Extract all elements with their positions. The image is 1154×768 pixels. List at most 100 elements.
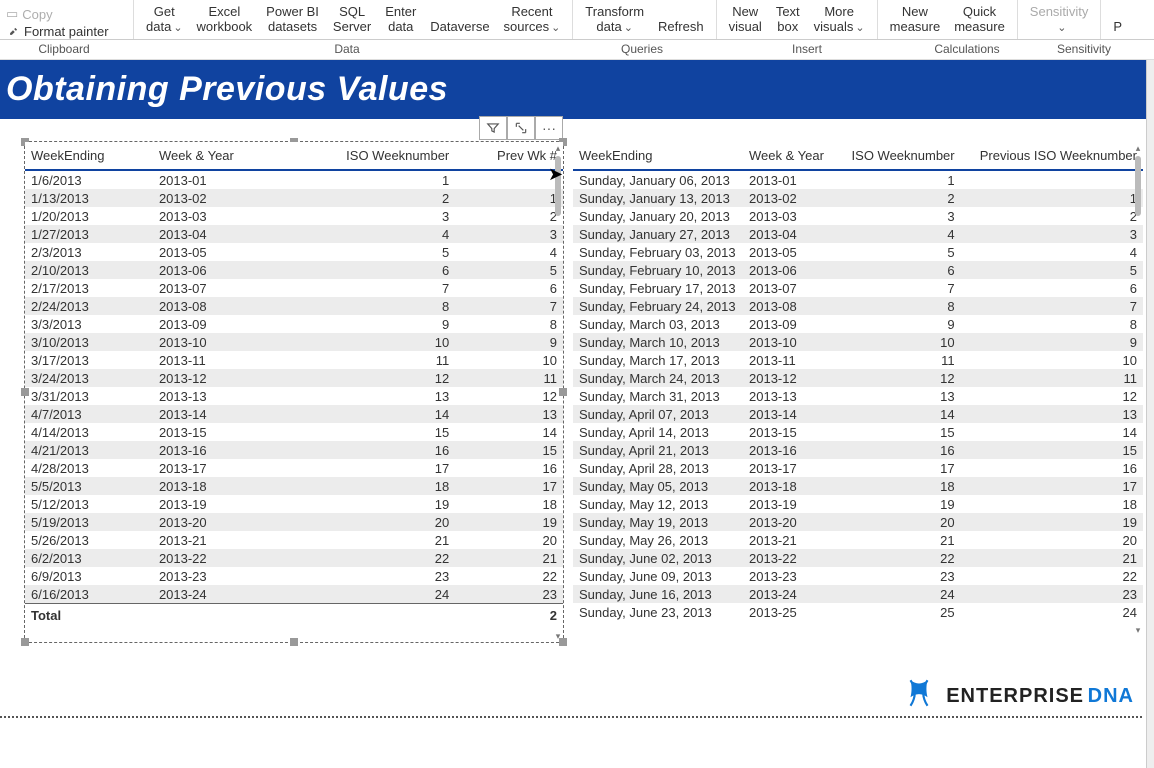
table-row[interactable]: 5/5/20132013-181817 — [25, 477, 563, 495]
scroll-down-icon[interactable]: ▾ — [553, 630, 563, 642]
table-row[interactable]: 3/31/20132013-131312 — [25, 387, 563, 405]
table-row[interactable]: Sunday, June 23, 20132013-252524 — [573, 603, 1143, 621]
excel-button[interactable]: Excelworkbook — [195, 3, 255, 39]
sql-server-button[interactable]: SQLServer — [331, 3, 373, 39]
table-row[interactable]: 4/21/20132013-161615 — [25, 441, 563, 459]
ribbon-section-labels: Clipboard Data Queries Insert Calculatio… — [0, 40, 1154, 60]
table-row[interactable]: Sunday, March 24, 20132013-121211 — [573, 369, 1143, 387]
table-row[interactable]: 5/12/20132013-191918 — [25, 495, 563, 513]
right-scrollbar[interactable]: ▴ ▾ — [1133, 142, 1143, 636]
right-table[interactable]: WeekEnding Week & Year ISO Weeknumber Pr… — [573, 142, 1143, 621]
table-row[interactable]: Sunday, January 27, 20132013-0443 — [573, 225, 1143, 243]
table-row[interactable]: Sunday, March 10, 20132013-10109 — [573, 333, 1143, 351]
publish-stub[interactable]: P — [1111, 18, 1124, 39]
refresh-button[interactable]: Refresh — [656, 18, 706, 39]
table-row[interactable]: 3/10/20132013-10109 — [25, 333, 563, 351]
get-data-button[interactable]: Getdata — [144, 3, 185, 39]
total-row: Total2 — [25, 604, 563, 625]
visual-header-buttons: ··· — [479, 116, 563, 140]
col-isoweek[interactable]: ISO Weeknumber — [283, 142, 455, 170]
table-visual-right[interactable]: WeekEnding Week & Year ISO Weeknumber Pr… — [572, 141, 1144, 643]
scroll-up-icon[interactable]: ▴ — [1133, 142, 1143, 154]
table-row[interactable]: Sunday, April 07, 20132013-141413 — [573, 405, 1143, 423]
format-painter-button[interactable]: Format painter — [6, 24, 109, 39]
brush-icon — [6, 25, 20, 39]
ribbon: ▭ Copy Format painter Getdata Excelworkb… — [0, 0, 1154, 40]
page-boundary — [0, 716, 1142, 718]
table-row[interactable]: 3/24/20132013-121211 — [25, 369, 563, 387]
table-row[interactable]: Sunday, June 02, 20132013-222221 — [573, 549, 1143, 567]
table-row[interactable]: 2/17/20132013-0776 — [25, 279, 563, 297]
col-weekending[interactable]: WeekEnding — [25, 142, 153, 170]
table-visual-left[interactable]: ··· WeekEnding Week & Year ISO Weeknumbe… — [24, 141, 564, 643]
table-row[interactable]: Sunday, January 20, 20132013-0332 — [573, 207, 1143, 225]
table-row[interactable]: Sunday, May 26, 20132013-212120 — [573, 531, 1143, 549]
table-row[interactable]: Sunday, February 17, 20132013-0776 — [573, 279, 1143, 297]
table-row[interactable]: Sunday, May 05, 20132013-181817 — [573, 477, 1143, 495]
focus-mode-icon[interactable] — [507, 116, 535, 140]
table-row[interactable]: 6/2/20132013-222221 — [25, 549, 563, 567]
table-row[interactable]: Sunday, May 12, 20132013-191918 — [573, 495, 1143, 513]
right-pane-collapsed[interactable] — [1146, 60, 1154, 768]
table-row[interactable]: Sunday, June 09, 20132013-232322 — [573, 567, 1143, 585]
col-isoweek[interactable]: ISO Weeknumber — [837, 142, 961, 170]
new-visual-button[interactable]: Newvisual — [727, 3, 764, 39]
table-row[interactable]: 2/10/20132013-0665 — [25, 261, 563, 279]
more-visuals-button[interactable]: Morevisuals — [812, 3, 867, 39]
table-row[interactable]: 3/3/20132013-0998 — [25, 315, 563, 333]
table-row[interactable]: Sunday, March 17, 20132013-111110 — [573, 351, 1143, 369]
quick-measure-button[interactable]: Quickmeasure — [952, 3, 1007, 39]
col-weekyear[interactable]: Week & Year — [743, 142, 837, 170]
more-options-icon[interactable]: ··· — [535, 116, 563, 140]
col-prevwk[interactable]: Prev Wk # — [455, 142, 563, 170]
copy-button[interactable]: ▭ Copy — [6, 6, 109, 22]
table-row[interactable]: 1/20/20132013-0332 — [25, 207, 563, 225]
scroll-thumb[interactable] — [1135, 156, 1141, 216]
table-row[interactable]: Sunday, January 06, 20132013-011 — [573, 170, 1143, 189]
table-row[interactable]: Sunday, April 28, 20132013-171716 — [573, 459, 1143, 477]
table-row[interactable]: 5/19/20132013-202019 — [25, 513, 563, 531]
enter-data-button[interactable]: Enterdata — [383, 3, 418, 39]
scroll-down-icon[interactable]: ▾ — [1133, 624, 1143, 636]
table-row[interactable]: 6/16/20132013-242423 — [25, 585, 563, 604]
table-row[interactable]: Sunday, May 19, 20132013-202019 — [573, 513, 1143, 531]
table-row[interactable]: 4/28/20132013-171716 — [25, 459, 563, 477]
table-row[interactable]: Sunday, February 24, 20132013-0887 — [573, 297, 1143, 315]
table-row[interactable]: Sunday, January 13, 20132013-0221 — [573, 189, 1143, 207]
table-row[interactable]: 1/13/20132013-0221 — [25, 189, 563, 207]
col-weekending[interactable]: WeekEnding — [573, 142, 743, 170]
dna-icon — [902, 676, 936, 717]
new-measure-button[interactable]: Newmeasure — [888, 3, 943, 39]
scroll-thumb[interactable] — [555, 156, 561, 216]
left-scrollbar[interactable]: ▴ ▾ — [553, 142, 563, 642]
table-row[interactable]: 4/7/20132013-141413 — [25, 405, 563, 423]
table-row[interactable]: 6/9/20132013-232322 — [25, 567, 563, 585]
brand-logo: ENTERPRISE DNA — [902, 676, 1134, 717]
table-row[interactable]: Sunday, March 31, 20132013-131312 — [573, 387, 1143, 405]
sensitivity-button[interactable]: Sensitivity — [1028, 3, 1091, 39]
filter-icon[interactable] — [479, 116, 507, 140]
col-previsoweek[interactable]: Previous ISO Weeknumber — [961, 142, 1143, 170]
dataverse-button[interactable]: Dataverse — [428, 18, 491, 39]
col-weekyear[interactable]: Week & Year — [153, 142, 283, 170]
table-row[interactable]: Sunday, June 16, 20132013-242423 — [573, 585, 1143, 603]
left-table[interactable]: WeekEnding Week & Year ISO Weeknumber Pr… — [25, 142, 563, 625]
table-row[interactable]: Sunday, April 21, 20132013-161615 — [573, 441, 1143, 459]
page-title: Obtaining Previous Values — [0, 60, 1154, 119]
table-row[interactable]: 2/3/20132013-0554 — [25, 243, 563, 261]
table-row[interactable]: 1/27/20132013-0443 — [25, 225, 563, 243]
scroll-up-icon[interactable]: ▴ — [553, 142, 563, 154]
table-row[interactable]: 5/26/20132013-212120 — [25, 531, 563, 549]
text-box-button[interactable]: Textbox — [774, 3, 802, 39]
table-row[interactable]: Sunday, February 10, 20132013-0665 — [573, 261, 1143, 279]
table-row[interactable]: Sunday, April 14, 20132013-151514 — [573, 423, 1143, 441]
table-row[interactable]: Sunday, March 03, 20132013-0998 — [573, 315, 1143, 333]
table-row[interactable]: 2/24/20132013-0887 — [25, 297, 563, 315]
table-row[interactable]: 3/17/20132013-111110 — [25, 351, 563, 369]
table-row[interactable]: 1/6/20132013-011 — [25, 170, 563, 189]
pbi-datasets-button[interactable]: Power BIdatasets — [264, 3, 321, 39]
recent-sources-button[interactable]: Recentsources — [502, 3, 563, 39]
table-row[interactable]: Sunday, February 03, 20132013-0554 — [573, 243, 1143, 261]
transform-data-button[interactable]: Transformdata — [583, 3, 646, 39]
table-row[interactable]: 4/14/20132013-151514 — [25, 423, 563, 441]
